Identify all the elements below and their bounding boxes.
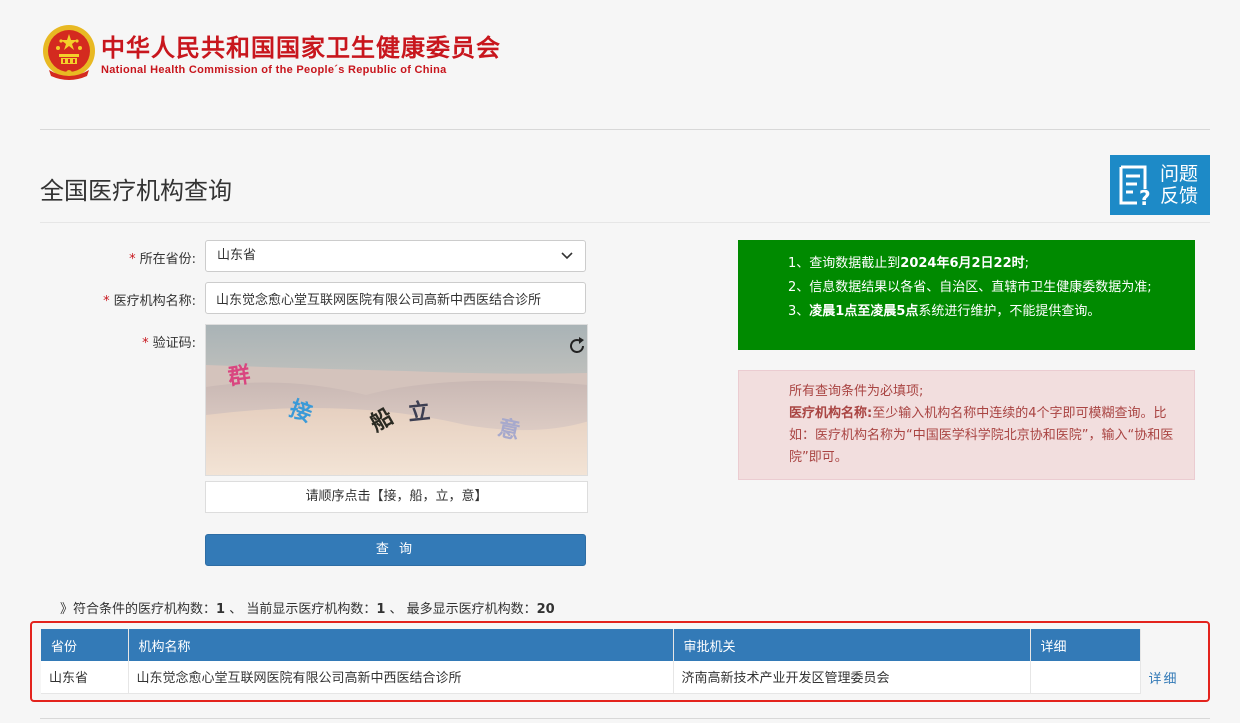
captcha-char: 群 — [226, 362, 251, 391]
captcha-char: 立 — [407, 398, 432, 426]
results-table: 省份 机构名称 审批机关 详细 山东省 山东觉念愈心堂互联网医院有限公司高新中西… — [41, 629, 1200, 694]
feedback-label-2: 反馈 — [1160, 185, 1199, 207]
province-value: 山东省 — [217, 248, 257, 263]
header-divider — [40, 129, 1210, 130]
spacer — [1140, 629, 1200, 661]
cell-name: 山东觉念愈心堂互联网医院有限公司高新中西医结合诊所 — [128, 661, 674, 694]
feedback-icon: ? — [1110, 155, 1160, 215]
captcha-image[interactable]: 群 接 船 立 意 — [205, 324, 588, 476]
title-divider — [40, 222, 1210, 223]
svg-text:?: ? — [1139, 186, 1151, 207]
province-label: * 所在省份: — [129, 252, 196, 267]
query-button[interactable]: 查 询 — [205, 534, 586, 566]
footer-divider — [40, 718, 1210, 719]
national-emblem-logo — [41, 24, 97, 82]
column-header: 省份 — [41, 629, 129, 661]
notice-requirements: 所有查询条件为必填项; 医疗机构名称:至少输入机构名称中连续的4个字即可模糊查询… — [738, 370, 1195, 480]
result-summary: 》符合条件的医疗机构数：1 、 当前显示医疗机构数：1 、 最多显示医疗机构数：… — [60, 602, 555, 617]
cell-detail — [1030, 661, 1141, 694]
detail-link[interactable]: 详细 — [1149, 672, 1179, 687]
column-header: 详细 — [1030, 629, 1141, 661]
org-name-en: National Health Commission of the People… — [101, 64, 447, 76]
captcha-hint: 请顺序点击【接，船，立，意】 — [205, 481, 588, 513]
cell-province: 山东省 — [41, 661, 129, 694]
feedback-button[interactable]: ? 问题 反馈 — [1110, 155, 1210, 215]
institution-name-input[interactable] — [205, 282, 586, 314]
column-header: 审批机关 — [673, 629, 1031, 661]
total-count: 1 — [216, 602, 226, 617]
org-name-cn: 中华人民共和国国家卫生健康委员会 — [101, 34, 501, 62]
feedback-label-1: 问题 — [1160, 163, 1199, 185]
chevron-down-icon — [561, 252, 573, 260]
province-select[interactable]: 山东省 — [205, 240, 586, 272]
column-header: 机构名称 — [128, 629, 674, 661]
notice-info: 1、查询数据截止到2024年6月2日22时; 2、信息数据结果以各省、自治区、直… — [738, 240, 1195, 350]
max-count: 20 — [536, 602, 555, 617]
table-row: 山东省 山东觉念愈心堂互联网医院有限公司高新中西医结合诊所 济南高新技术产业开发… — [41, 661, 1200, 694]
institution-label: * 医疗机构名称: — [103, 294, 196, 309]
refresh-icon[interactable] — [567, 336, 587, 356]
table-header-row: 省份 机构名称 审批机关 详细 — [41, 629, 1200, 661]
captcha-label: * 验证码: — [142, 336, 196, 351]
required-mark: * — [129, 252, 136, 267]
cell-authority: 济南高新技术产业开发区管理委员会 — [673, 661, 1031, 694]
page-title: 全国医疗机构查询 — [40, 177, 232, 205]
